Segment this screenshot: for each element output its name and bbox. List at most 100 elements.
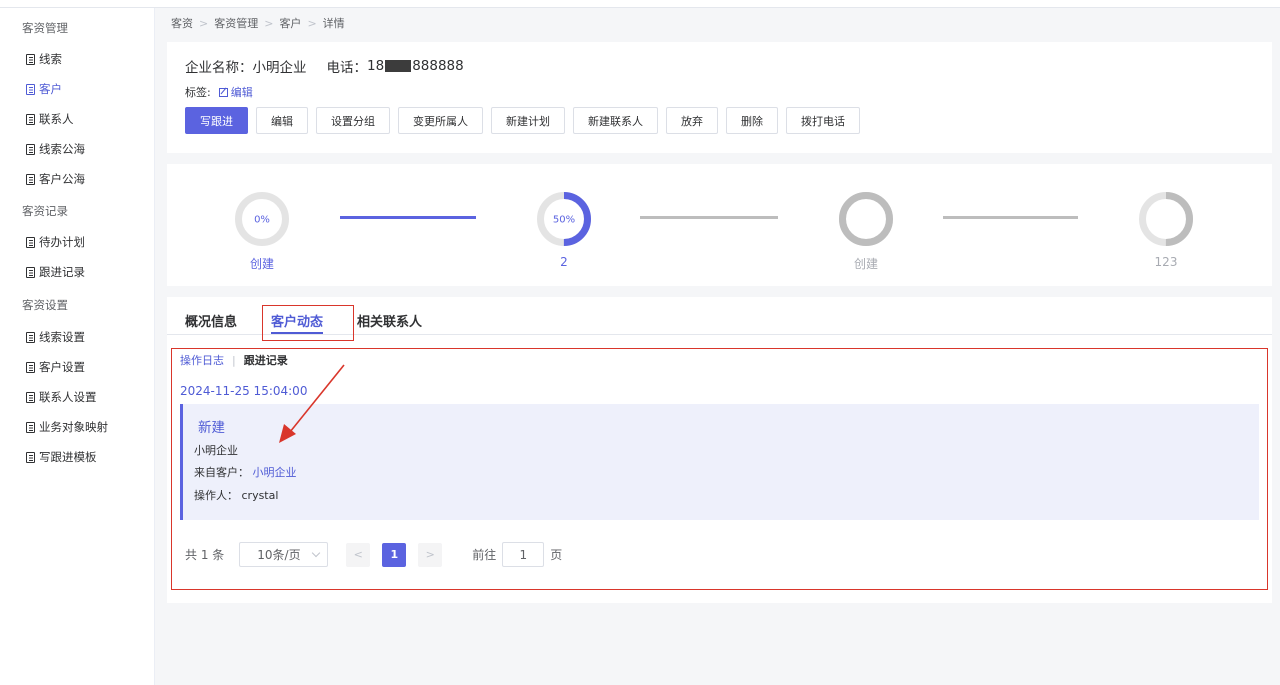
phone-label: 电话：	[326, 60, 368, 76]
document-icon	[26, 173, 35, 185]
progress-steps-card: 0% 创建 50% 2 100% 创建 50% 123	[167, 164, 1272, 286]
sidebar-item-label: 线索	[39, 52, 62, 66]
sidebar-item-label: 业务对象映射	[39, 420, 108, 434]
sidebar-item-label: 客户	[39, 82, 62, 96]
document-icon	[26, 331, 35, 343]
page-number-button[interactable]: 1	[382, 542, 407, 567]
new-contact-button[interactable]: 新建联系人	[573, 107, 658, 134]
sidebar-item-contacts[interactable]: 联系人	[26, 111, 74, 127]
sidebar-item-customer-pool[interactable]: 客户公海	[26, 171, 85, 187]
activity-subtabs: 操作日志 | 跟进记录	[180, 352, 288, 368]
abandon-button[interactable]: 放弃	[666, 107, 718, 134]
breadcrumb-item[interactable]: 客资	[171, 15, 193, 31]
sidebar-item-label: 联系人	[39, 112, 74, 126]
breadcrumb-current: 详情	[322, 17, 345, 30]
operator-name: crystal	[241, 489, 279, 502]
document-icon	[26, 113, 35, 125]
breadcrumb-separator: >	[307, 16, 317, 30]
sidebar-item-label: 写跟进模板	[39, 450, 97, 464]
breadcrumb-separator: >	[199, 16, 209, 30]
next-page-button[interactable]: >	[418, 542, 443, 567]
progress-step: 50% 123	[1126, 190, 1206, 269]
customer-info-card: 企业名称： 小明企业 电话： 18 888888 标签: 编辑 写跟进 编辑 设…	[167, 42, 1272, 153]
subtab-operation-log[interactable]: 操作日志	[180, 352, 224, 368]
sidebar-item-todo-plans[interactable]: 待办计划	[26, 234, 85, 250]
source-customer-link[interactable]: 小明企业	[253, 466, 297, 479]
set-group-button[interactable]: 设置分组	[316, 107, 390, 134]
sidebar-item-followup-records[interactable]: 跟进记录	[26, 264, 85, 280]
step-label: 创建	[249, 257, 274, 271]
document-icon	[26, 83, 35, 95]
sidebar-item-customers[interactable]: 客户	[26, 81, 62, 97]
goto-label: 前往	[472, 548, 497, 562]
document-icon	[26, 266, 35, 278]
step-label: 123	[1154, 255, 1178, 269]
document-icon	[26, 143, 35, 155]
page-size-select[interactable]: 10条/页	[239, 542, 329, 567]
customer-title: 企业名称： 小明企业 电话： 18 888888	[185, 56, 464, 76]
activity-source: 来自客户： 小明企业	[194, 464, 297, 480]
progress-ring: 100%	[839, 192, 893, 246]
chevron-down-icon	[312, 548, 321, 558]
company-name: 小明企业	[252, 60, 307, 76]
breadcrumb-separator: >	[264, 16, 274, 30]
goto-page: 前往 页	[472, 542, 562, 567]
sidebar-item-contact-settings[interactable]: 联系人设置	[26, 389, 97, 405]
step-connector	[640, 216, 778, 219]
tag-row: 标签: 编辑	[185, 84, 253, 100]
breadcrumb: 客资 > 客资管理 > 客户 > 详情	[171, 15, 345, 31]
prev-page-button[interactable]: <	[346, 542, 371, 567]
page-size-value: 10条/页	[257, 548, 301, 562]
redacted-block	[385, 60, 412, 72]
tab-related-contacts[interactable]: 相关联系人	[357, 311, 422, 330]
document-icon	[26, 236, 35, 248]
annotation-box-tab	[262, 305, 354, 341]
detail-tabs-card: 概况信息 客户动态 相关联系人 操作日志 | 跟进记录 2024-11-25 1…	[167, 297, 1272, 603]
progress-step: 0% 创建	[222, 190, 302, 272]
source-label: 来自客户：	[194, 466, 249, 479]
progress-percent: 0%	[254, 215, 270, 226]
sidebar-item-label: 线索设置	[39, 330, 85, 344]
activity-entry: 新建 小明企业 来自客户： 小明企业 操作人： crystal	[180, 404, 1259, 520]
sidebar-item-label: 客户公海	[39, 172, 85, 186]
document-icon	[26, 53, 35, 65]
change-owner-button[interactable]: 变更所属人	[398, 107, 483, 134]
sidebar-item-label: 待办计划	[39, 235, 85, 249]
sidebar-item-object-mapping[interactable]: 业务对象映射	[26, 419, 108, 435]
activity-company: 小明企业	[194, 444, 238, 457]
sidebar-item-customer-settings[interactable]: 客户设置	[26, 359, 85, 375]
call-phone-button[interactable]: 拨打电话	[786, 107, 860, 134]
breadcrumb-item[interactable]: 客资管理	[214, 15, 258, 31]
edit-button[interactable]: 编辑	[256, 107, 308, 134]
progress-ring: 50%	[1139, 192, 1193, 246]
new-plan-button[interactable]: 新建计划	[491, 107, 565, 134]
edit-icon	[218, 87, 228, 97]
top-bar	[0, 0, 1280, 8]
sidebar-item-lead-settings[interactable]: 线索设置	[26, 329, 85, 345]
sidebar-item-label: 线索公海	[39, 142, 85, 156]
delete-button[interactable]: 删除	[726, 107, 778, 134]
phone-suffix: 888888	[412, 58, 464, 74]
operator-label: 操作人：	[194, 489, 238, 502]
progress-ring: 50%	[537, 192, 591, 246]
tab-overview[interactable]: 概况信息	[185, 311, 237, 330]
document-icon	[26, 421, 35, 433]
edit-tags-label: 编辑	[230, 86, 253, 99]
phone-prefix: 18	[367, 58, 385, 74]
progress-ring: 0%	[235, 192, 289, 246]
document-icon	[26, 391, 35, 403]
edit-tags-link[interactable]: 编辑	[218, 84, 253, 100]
step-label: 2	[560, 255, 568, 269]
step-connector	[340, 216, 476, 219]
tags-label: 标签:	[185, 86, 211, 99]
sidebar-item-followup-templates[interactable]: 写跟进模板	[26, 449, 97, 465]
step-label: 创建	[853, 257, 878, 271]
sidebar-item-leads[interactable]: 线索	[26, 51, 62, 67]
write-followup-button[interactable]: 写跟进	[185, 107, 248, 134]
subtab-followup-records[interactable]: 跟进记录	[244, 352, 288, 368]
breadcrumb-item[interactable]: 客户	[279, 15, 301, 31]
sidebar-item-lead-pool[interactable]: 线索公海	[26, 141, 85, 157]
goto-page-input[interactable]	[502, 542, 545, 567]
sidebar-group-settings: 客资设置	[22, 298, 68, 312]
activity-timestamp: 2024-11-25 15:04:00	[180, 384, 308, 398]
